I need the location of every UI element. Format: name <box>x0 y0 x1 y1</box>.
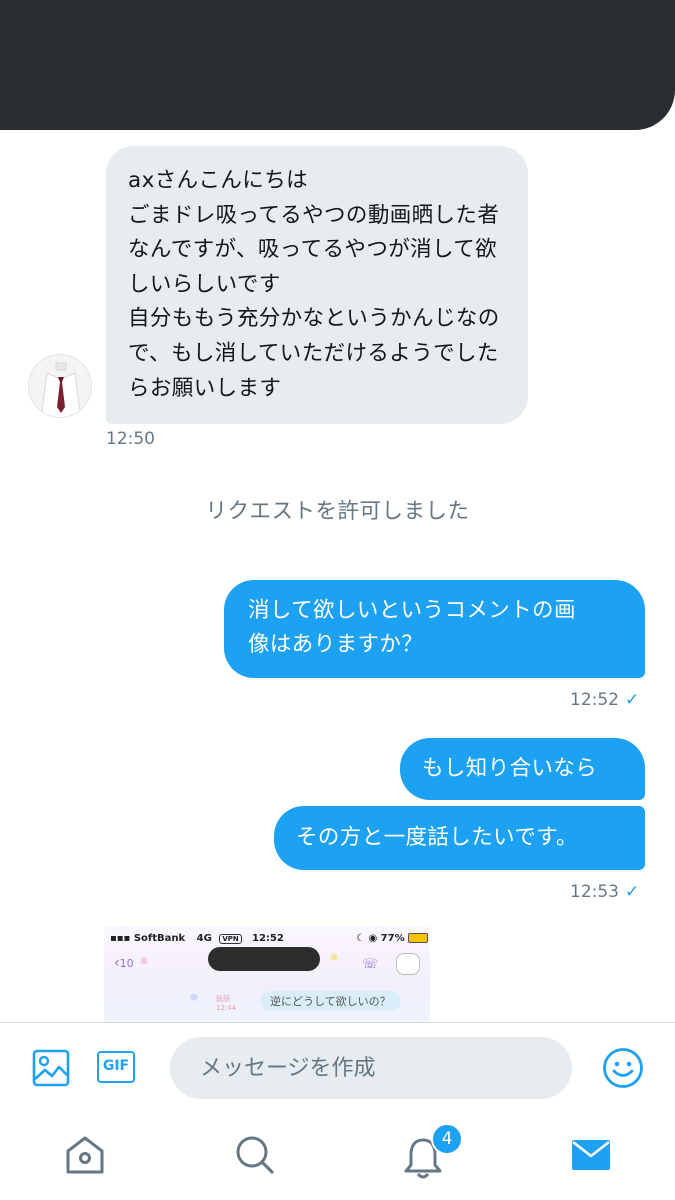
vpn-badge: VPN <box>219 934 242 944</box>
read-check-icon: ✓ <box>625 882 640 902</box>
request-accepted-notice: リクエストを許可しました <box>205 499 470 524</box>
message-time-text: 12:53 <box>570 882 619 902</box>
back-count: 10 <box>119 957 134 970</box>
orientation-lock-icon: ◉ <box>368 933 378 944</box>
image-attachment[interactable]: ▪▪▪ SoftBank 4G VPN 12:52 ☾ ◉ 77% ‹10 ☏ … <box>104 925 430 1022</box>
ghost-read: 既読 <box>216 995 230 1003</box>
incoming-message-time: 12:50 <box>106 429 155 449</box>
moon-icon: ☾ <box>356 933 365 944</box>
avatar[interactable] <box>28 354 92 418</box>
ghost-read-status: 既読 12:44 <box>216 995 236 1013</box>
message-time-text: 12:52 <box>570 690 619 710</box>
phone-icon: ☏ <box>362 957 379 972</box>
ghost-time: 12:44 <box>216 1004 237 1012</box>
bottom-tab-bar <box>0 1112 675 1200</box>
status-carrier: ▪▪▪ SoftBank 4G VPN <box>110 933 242 944</box>
signal-icon: ▪▪▪ <box>110 933 131 944</box>
battery-text: 77% <box>380 933 405 944</box>
outgoing-message-bubble: もし知り合いなら <box>400 738 645 800</box>
tab-search[interactable] <box>234 1134 276 1182</box>
top-header <box>0 0 675 130</box>
image-icon <box>32 1049 70 1087</box>
shirt-tie-avatar-icon <box>29 355 91 417</box>
network-text: 4G <box>196 933 212 944</box>
image-button[interactable] <box>32 1049 70 1091</box>
incoming-message-bubble: axさんこんにちは ごまドレ吸ってるやつの動画晒した者なんですが、吸ってるやつが… <box>106 146 528 425</box>
status-time: 12:52 <box>252 933 284 944</box>
message-input[interactable] <box>170 1037 572 1099</box>
outgoing-message-bubble: 消して欲しいというコメントの画 像はありますか？ <box>224 580 645 678</box>
tab-home[interactable] <box>64 1134 106 1182</box>
search-icon <box>236 1136 274 1174</box>
read-check-icon: ✓ <box>625 690 640 710</box>
battery-icon <box>408 933 429 943</box>
cat-avatar-icon <box>396 953 420 975</box>
tab-messages[interactable] <box>570 1134 612 1182</box>
notification-badge: 4 <box>431 1123 463 1155</box>
message-composer: GIF <box>0 1022 675 1113</box>
emoji-button[interactable] <box>602 1047 644 1093</box>
outgoing-message-bubble: その方と一度話したいです。 <box>274 806 645 870</box>
outgoing-message-time: 12:53 ✓ <box>570 882 639 902</box>
redacted-name <box>208 947 320 971</box>
mail-icon <box>572 1140 610 1170</box>
chevron-left-icon: ‹10 <box>114 955 134 971</box>
gif-button[interactable]: GIF <box>97 1051 135 1083</box>
smiley-icon <box>603 1048 643 1088</box>
status-battery: ☾ ◉ 77% <box>356 933 429 944</box>
home-icon <box>66 1136 104 1174</box>
screenshot-message: 逆にどうして欲しいの？ <box>260 991 401 1011</box>
carrier-text: SoftBank <box>133 933 186 944</box>
outgoing-message-time: 12:52 ✓ <box>570 690 639 710</box>
